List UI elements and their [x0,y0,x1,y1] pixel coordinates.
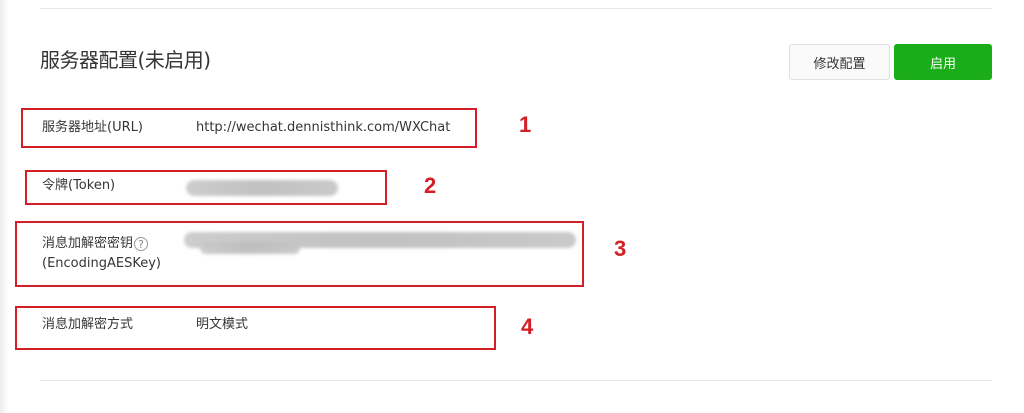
annotation-number-3: 3 [614,236,627,261]
annotation-box-4 [15,306,496,350]
annotation-number-4: 4 [521,314,534,339]
annotation-box-3 [15,221,584,287]
section-divider-bottom [40,380,992,381]
section-title: 服务器配置(未启用) [40,48,211,72]
section-divider-top [40,8,992,9]
annotation-box-1 [21,108,477,148]
annotation-number-2: 2 [424,173,437,198]
annotation-box-2 [25,170,387,205]
enable-button[interactable]: 启用 [894,44,992,80]
page-left-edge [0,0,8,413]
annotation-number-1: 1 [519,112,532,137]
modify-config-button[interactable]: 修改配置 [789,44,890,80]
